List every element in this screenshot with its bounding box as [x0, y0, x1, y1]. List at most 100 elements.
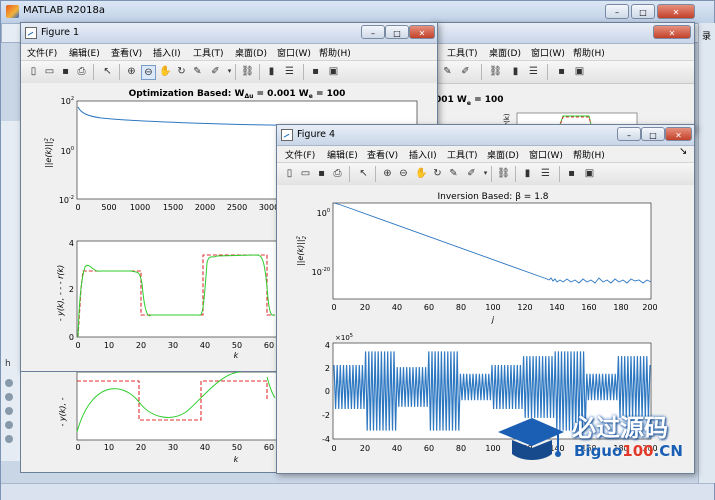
link-icon[interactable]: ⛓: [489, 65, 502, 78]
dock-icon[interactable]: ▣: [573, 65, 586, 78]
link-icon[interactable]: ⛓: [497, 167, 510, 180]
figure4-title: Figure 4: [297, 129, 336, 140]
data-cursor-icon[interactable]: ✎: [191, 65, 204, 78]
edit-plot-icon[interactable]: ↖: [357, 167, 370, 180]
dock-icon[interactable]: ▣: [327, 65, 340, 78]
menu-desktop[interactable]: 桌面(D): [487, 148, 519, 161]
colorbar-icon[interactable]: ▮: [509, 65, 522, 78]
zoom-out-icon[interactable]: ⊖: [397, 167, 410, 180]
xtick-label: 0: [331, 444, 336, 453]
menu-edit[interactable]: 编辑(E): [69, 46, 100, 59]
maximize-button[interactable]: □: [631, 4, 655, 19]
figure1-titlebar: Figure 1 – □ ✕: [21, 23, 437, 44]
brush-icon[interactable]: ✐: [209, 65, 222, 78]
colorbar-icon[interactable]: ▮: [521, 167, 534, 180]
data-cursor-icon[interactable]: ✎: [441, 65, 454, 78]
figure4-close-button[interactable]: ✕: [665, 127, 692, 141]
ytick-label: 2: [69, 285, 74, 294]
ytick-base: 10: [61, 97, 71, 106]
bg-menu-help[interactable]: 帮助(H): [573, 46, 605, 59]
menu-help[interactable]: 帮助(H): [573, 148, 605, 161]
zoom-out-icon[interactable]: ⊖: [141, 65, 156, 80]
pan-icon[interactable]: ✋: [415, 167, 428, 180]
bg-title-part2: = 100: [474, 95, 504, 105]
menu-window[interactable]: 窗口(W): [277, 46, 311, 59]
save-icon[interactable]: ▪: [59, 65, 72, 78]
rotate-icon[interactable]: ↻: [175, 65, 188, 78]
edit-plot-icon[interactable]: ↖: [101, 65, 114, 78]
legend-icon[interactable]: ☰: [283, 65, 296, 78]
zoom-in-icon[interactable]: ⊕: [381, 167, 394, 180]
menu-view[interactable]: 查看(V): [111, 46, 142, 59]
title-eq2: = 100: [313, 89, 346, 99]
new-figure-icon[interactable]: ▯: [27, 65, 40, 78]
minimize-button[interactable]: –: [605, 4, 629, 19]
bg-plot-title: 001 We = 100: [435, 95, 504, 107]
link-icon[interactable]: ⛓: [241, 65, 254, 78]
figure1-minimize-button[interactable]: –: [361, 25, 385, 39]
bg-menu-desktop[interactable]: 桌面(D): [489, 46, 521, 59]
xtick-label: 20: [360, 303, 370, 312]
ytick-base: 10: [312, 268, 322, 277]
open-file-icon[interactable]: ▭: [299, 167, 312, 180]
xtick-label: 60: [424, 303, 434, 312]
xtick-label: 40: [392, 303, 402, 312]
ytick-base: 10: [317, 209, 327, 218]
figure4-maximize-button[interactable]: □: [641, 127, 665, 141]
xtick-label: 20: [136, 443, 146, 452]
figure4-titlebar: Figure 4 – □ ✕: [277, 125, 694, 146]
menu-desktop[interactable]: 桌面(D): [235, 46, 267, 59]
save-icon[interactable]: ▪: [315, 167, 328, 180]
rotate-icon[interactable]: ↻: [431, 167, 444, 180]
xtick-label: 180: [613, 303, 628, 312]
menu-tools[interactable]: 工具(T): [447, 148, 478, 161]
undock-arrow-icon[interactable]: ↘: [679, 146, 687, 157]
xtick-label: 2500: [227, 203, 247, 212]
pan-icon[interactable]: ✋: [159, 65, 172, 78]
colorbar-icon[interactable]: ▮: [265, 65, 278, 78]
hide-tools-icon[interactable]: ▪: [309, 65, 322, 78]
svg-text:||e(k)||22: ||e(k)||22: [296, 236, 308, 266]
menu-tools[interactable]: 工具(T): [193, 46, 224, 59]
fig4-top-axes: [332, 202, 652, 300]
figure4-minimize-button[interactable]: –: [617, 127, 641, 141]
menu-insert[interactable]: 插入(I): [153, 46, 181, 59]
figure-lower-peek: - y(k), - 0 10 20 30 40 50 60 k: [20, 372, 277, 473]
open-file-icon[interactable]: ▭: [43, 65, 56, 78]
ylabel-sub: 2: [50, 138, 56, 141]
ytick-label: 10-20: [312, 267, 330, 277]
menu-insert[interactable]: 插入(I): [409, 148, 437, 161]
dock-icon[interactable]: ▣: [583, 167, 596, 180]
legend-icon[interactable]: ☰: [527, 65, 540, 78]
ytick-base: 10: [61, 147, 71, 156]
hide-tools-icon[interactable]: ▪: [565, 167, 578, 180]
bg-menu-tools[interactable]: 工具(T): [447, 46, 478, 59]
close-button[interactable]: ✕: [657, 4, 695, 19]
print-icon[interactable]: ⎙: [75, 65, 88, 78]
legend-icon[interactable]: ☰: [539, 167, 552, 180]
bg-close-button[interactable]: ✕: [653, 25, 691, 39]
menu-window[interactable]: 窗口(W): [529, 148, 563, 161]
bg-menu-window[interactable]: 窗口(W): [531, 46, 565, 59]
hide-tools-icon[interactable]: ▪: [555, 65, 568, 78]
watermark-en-suffix: .CN: [653, 442, 683, 460]
matlab-titlebar: MATLAB R2018a – □ ✕: [1, 1, 714, 23]
print-icon[interactable]: ⎙: [331, 167, 344, 180]
figure1-maximize-button[interactable]: □: [385, 25, 409, 39]
ytick-label: 102: [61, 96, 74, 106]
menu-view[interactable]: 查看(V): [367, 148, 398, 161]
zoom-in-icon[interactable]: ⊕: [125, 65, 138, 78]
data-cursor-icon[interactable]: ✎: [447, 167, 460, 180]
new-figure-icon[interactable]: ▯: [283, 167, 296, 180]
figure1-close-button[interactable]: ✕: [409, 25, 435, 39]
brush-icon[interactable]: ✐: [459, 65, 472, 78]
xtick-label: 0: [75, 203, 80, 212]
bg-title-part: 001 W: [435, 95, 467, 105]
bg-figure-menubar: 工具(T) 桌面(D) 窗口(W) 帮助(H): [431, 44, 694, 60]
menu-file[interactable]: 文件(F): [27, 46, 57, 59]
menu-help[interactable]: 帮助(H): [319, 46, 351, 59]
menu-edit[interactable]: 编辑(E): [327, 148, 358, 161]
ylabel-sub: 2: [302, 236, 308, 239]
brush-icon[interactable]: ✐: [465, 167, 478, 180]
menu-file[interactable]: 文件(F): [285, 148, 315, 161]
